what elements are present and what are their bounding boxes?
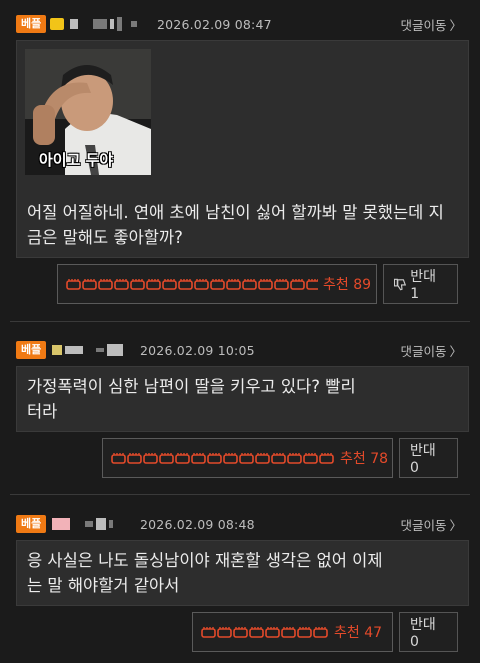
goto-comment-link[interactable]: 댓글이동 〉 [400, 515, 462, 534]
comment-text: 가정폭력이 심한 남편이 딸을 키우고 있다? 빨리 터라 [27, 377, 356, 421]
comment-text: 응 사실은 나도 돌싱남이야 재혼할 생각은 없어 이제는 말 해야할거 같아서 [27, 551, 383, 595]
recommend-label: 추천 47 [334, 625, 383, 641]
comment-date: 2026.02.09 08:47 [157, 16, 272, 32]
chevron-right-icon: 〉 [449, 17, 462, 33]
fist-icons [193, 626, 329, 638]
comment-3: 베플 2026.02.09 08:48 댓글이동 〉 응 사실은 나도 돌싱남이야… [0, 495, 480, 663]
comment-text: 어질 어질하네. 연애 초에 남친이 싫어 할까봐 말 못했는데 지금은 말해도… [27, 203, 444, 247]
comment-header: 베플 2026.02.09 10:05 댓글이동 〉 [16, 340, 462, 360]
recommend-button[interactable]: 추천 89 [57, 264, 377, 304]
best-badge: 베플 [16, 515, 47, 533]
recommend-count: 47 [364, 625, 383, 641]
best-badge: 베플 [16, 341, 47, 359]
oppose-label: 반대 1 [410, 269, 436, 302]
comment-1: 베플 2026.02.09 08:47 댓글이동 〉 아이고 두야 어질 어질하… [0, 0, 480, 305]
nickname-masked[interactable] [70, 17, 138, 31]
recommend-label: 추천 89 [323, 277, 372, 293]
recommend-button[interactable]: 추천 78 [102, 438, 393, 478]
oppose-button[interactable]: 반대 0 [399, 612, 458, 652]
chevron-right-icon: 〉 [449, 343, 462, 359]
nickname-masked[interactable] [52, 518, 114, 530]
recommend-count: 78 [370, 451, 389, 467]
level-icon [50, 18, 65, 30]
oppose-button[interactable]: 반대 1 [383, 264, 458, 304]
fist-icon [201, 626, 328, 638]
goto-comment-link[interactable]: 댓글이동 〉 [400, 15, 462, 34]
recommend-button[interactable]: 추천 47 [192, 612, 393, 652]
recommend-label: 추천 78 [340, 451, 389, 467]
comment-date: 2026.02.09 08:48 [140, 516, 255, 532]
oppose-label: 반대 0 [410, 617, 436, 650]
meme-caption: 아이고 두야 [39, 151, 114, 169]
chevron-right-icon: 〉 [449, 517, 462, 533]
fist-icons [103, 452, 335, 464]
comment-date: 2026.02.09 10:05 [140, 342, 255, 358]
fist-icon [111, 452, 334, 464]
oppose-label: 반대 0 [410, 443, 436, 476]
oppose-button[interactable]: 반대 0 [399, 438, 458, 478]
comment-body: 아이고 두야 어질 어질하네. 연애 초에 남친이 싫어 할까봐 말 못했는데 … [16, 40, 469, 258]
oppose-count: 1 [410, 286, 420, 302]
comment-body: 응 사실은 나도 돌싱남이야 재혼할 생각은 없어 이제는 말 해야할거 같아서 [16, 540, 469, 606]
comment-body: 가정폭력이 심한 남편이 딸을 키우고 있다? 빨리 터라 [16, 366, 469, 432]
attached-meme-image[interactable]: 아이고 두야 [25, 49, 151, 175]
oppose-count: 0 [410, 460, 419, 476]
best-badge: 베플 [16, 15, 47, 33]
comment-2: 베플 2026.02.09 10:05 댓글이동 〉 가정폭력이 심한 남편이 딸… [0, 322, 480, 490]
nickname-masked[interactable] [52, 344, 124, 356]
thumbs-down-icon [394, 278, 407, 290]
fist-icons [58, 278, 318, 290]
recommend-count: 89 [353, 277, 372, 293]
comment-header: 베플 2026.02.09 08:47 댓글이동 〉 [16, 14, 462, 34]
oppose-count: 0 [410, 634, 419, 650]
comment-header: 베플 2026.02.09 08:48 댓글이동 〉 [16, 514, 462, 534]
fist-icon [66, 278, 318, 290]
goto-comment-link[interactable]: 댓글이동 〉 [400, 341, 462, 360]
